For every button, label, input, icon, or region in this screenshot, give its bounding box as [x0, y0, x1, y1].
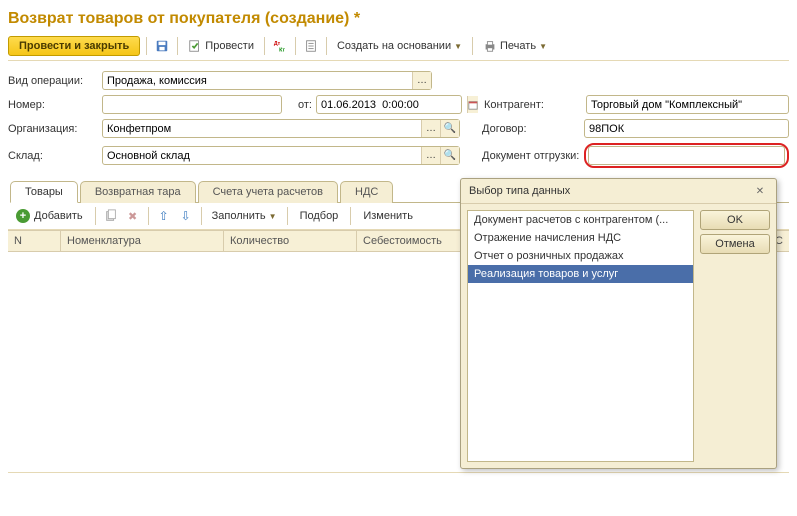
dogovor-value[interactable]	[585, 120, 788, 137]
chevron-down-icon: ▼	[454, 42, 462, 51]
number-input[interactable]	[102, 95, 282, 114]
fill-label: Заполнить	[212, 210, 266, 222]
plus-icon: +	[16, 209, 30, 223]
delete-icon[interactable]: ✖	[124, 207, 142, 225]
from-label: от:	[286, 99, 312, 111]
tab-vozvratnaya-tara[interactable]: Возвратная тара	[80, 181, 196, 203]
chevron-down-icon: ▼	[269, 212, 277, 221]
list-item[interactable]: Отражение начисления НДС	[468, 229, 693, 247]
cancel-button[interactable]: Отмена	[700, 234, 770, 254]
print-button[interactable]: Печать ▼	[479, 37, 551, 55]
chevron-down-icon: ▼	[539, 42, 547, 51]
tab-tovary[interactable]: Товары	[10, 181, 78, 203]
fill-button[interactable]: Заполнить ▼	[208, 208, 281, 224]
org-input[interactable]: … 🔍	[102, 119, 460, 138]
type-select-dialog: Выбор типа данных ✕ Документ расчетов с …	[460, 178, 777, 469]
docship-label: Документ отгрузки:	[482, 150, 580, 162]
page-title: Возврат товаров от покупателя (создание)…	[8, 10, 789, 28]
svg-text:Кт: Кт	[279, 47, 285, 53]
dialog-titlebar: Выбор типа данных ✕	[461, 179, 776, 204]
tab-scheta[interactable]: Счета учета расчетов	[198, 181, 338, 203]
ok-button[interactable]: OK	[700, 210, 770, 230]
docship-input[interactable]	[588, 146, 785, 165]
dogovor-label: Договор:	[482, 123, 580, 135]
print-label: Печать	[500, 40, 536, 52]
org-label: Организация:	[8, 123, 98, 135]
dt-kt-icon[interactable]: ДтКт	[271, 37, 289, 55]
podbor-button[interactable]: Подбор	[294, 208, 345, 224]
list-item[interactable]: Документ расчетов с контрагентом (...	[468, 211, 693, 229]
add-button[interactable]: + Добавить	[10, 207, 89, 225]
list-item[interactable]: Отчет о розничных продажах	[468, 247, 693, 265]
date-value[interactable]	[317, 96, 467, 113]
create-base-label: Создать на основании	[337, 40, 451, 52]
move-up-icon[interactable]: ⇧	[155, 207, 173, 225]
contragent-label: Контрагент:	[484, 99, 582, 111]
create-base-button[interactable]: Создать на основании ▼	[333, 38, 466, 54]
col-nomen[interactable]: Номенклатура	[61, 231, 224, 251]
dots-button[interactable]: …	[421, 120, 440, 137]
move-down-icon[interactable]: ⇩	[177, 207, 195, 225]
svg-text:Дт: Дт	[274, 41, 281, 47]
number-value[interactable]	[103, 96, 281, 113]
calendar-icon[interactable]	[467, 96, 478, 113]
sklad-input[interactable]: … 🔍	[102, 146, 460, 165]
operation-value[interactable]	[103, 72, 412, 89]
date-input[interactable]	[316, 95, 462, 114]
copy-icon[interactable]	[102, 207, 120, 225]
dots-button[interactable]: …	[421, 147, 440, 164]
provesti-button[interactable]: Провести	[184, 37, 258, 55]
dogovor-input[interactable]	[584, 119, 789, 138]
docship-value[interactable]	[589, 147, 784, 164]
change-button[interactable]: Изменить	[357, 208, 419, 224]
add-label: Добавить	[34, 210, 83, 222]
dialog-title: Выбор типа данных	[469, 185, 570, 197]
contragent-input[interactable]	[586, 95, 789, 114]
operation-input[interactable]: …	[102, 71, 432, 90]
tab-nds[interactable]: НДС	[340, 181, 393, 203]
magnify-icon[interactable]: 🔍	[440, 147, 459, 164]
dots-button[interactable]: …	[412, 72, 431, 89]
save-icon[interactable]	[153, 37, 171, 55]
sklad-label: Склад:	[8, 150, 98, 162]
operation-label: Вид операции:	[8, 75, 98, 87]
contragent-value[interactable]	[587, 96, 788, 113]
provesti-label: Провести	[205, 40, 254, 52]
sklad-value[interactable]	[103, 147, 421, 164]
dialog-list[interactable]: Документ расчетов с контрагентом (... От…	[467, 210, 694, 462]
main-toolbar: Провести и закрыть Провести ДтКт Создать…	[8, 36, 789, 61]
docship-highlight	[584, 143, 789, 168]
document-icon[interactable]	[302, 37, 320, 55]
save-close-button[interactable]: Провести и закрыть	[8, 36, 140, 56]
col-qty[interactable]: Количество	[224, 231, 357, 251]
col-n[interactable]: N	[8, 231, 61, 251]
org-value[interactable]	[103, 120, 421, 137]
number-label: Номер:	[8, 99, 98, 111]
list-item[interactable]: Реализация товаров и услуг	[468, 265, 693, 283]
magnify-icon[interactable]: 🔍	[440, 120, 459, 137]
close-icon[interactable]: ✕	[752, 183, 768, 199]
